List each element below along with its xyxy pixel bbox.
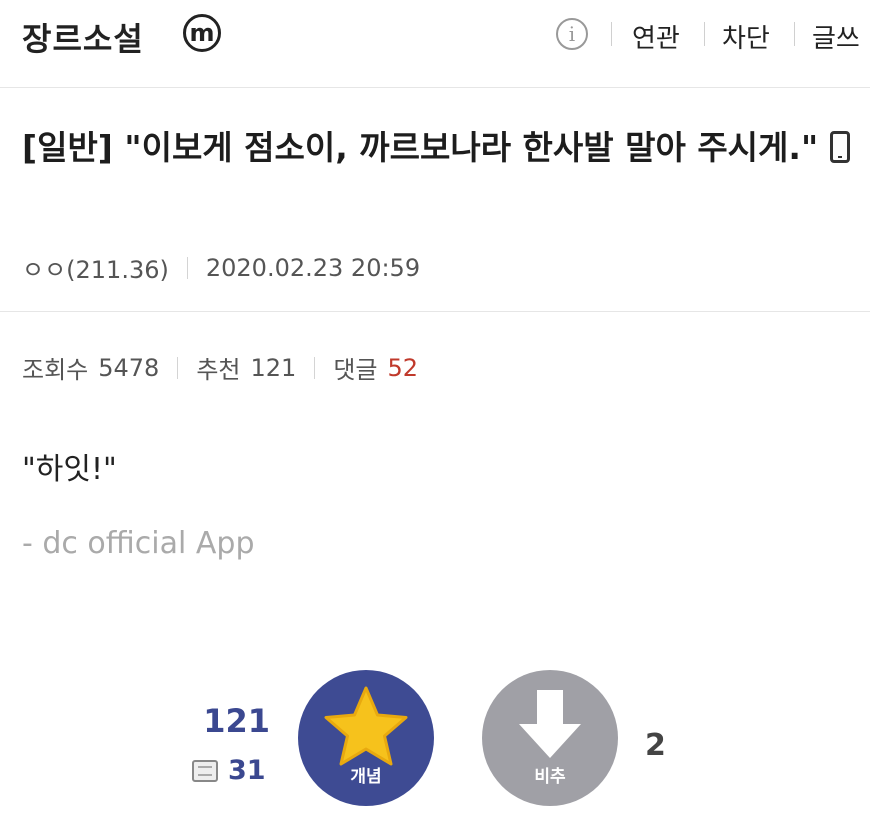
header-divider [611,22,612,46]
writer-nickname[interactable]: ㅇㅇ(211.36) [22,250,169,285]
minor-gallery-badge-icon: m [183,14,221,52]
downvote-label: 비추 [534,767,566,787]
views-label: 조회수 [22,356,89,384]
divider [177,356,179,379]
post-title-text: "이보게 점소이, 까르보나라 한사발 말아 주시게." [124,128,819,167]
comments-count[interactable]: 52 [387,354,418,382]
info-icon[interactable]: i [556,18,588,50]
post-header: [일반] "이보게 점소이, 까르보나라 한사발 말아 주시게." ㅇㅇ(211… [0,88,870,312]
app-signature: - dc official App [22,526,255,561]
post-date: 2020.02.23 20:59 [205,253,421,282]
recommend-count: 121 [250,353,297,382]
downvote-button[interactable]: 비추 [482,670,618,806]
header-divider [794,22,795,46]
mobile-icon [830,131,851,163]
write-button[interactable]: 글쓰 [812,18,860,55]
header-divider [704,22,705,46]
upvote-button[interactable]: 개념 [298,670,434,806]
divider [186,256,188,279]
fixed-upvote-count: 31 [228,755,266,786]
post-title: [일반] "이보게 점소이, 까르보나라 한사발 말아 주시게." [22,120,852,176]
fixed-user-icon [192,759,218,782]
gallery-header: 장르소설 m i 연관 차단 글쓰 [0,0,870,88]
related-button[interactable]: 연관 [632,18,680,55]
writer-info: ㅇㅇ(211.36) 2020.02.23 20:59 [22,250,420,285]
upvote-label: 개념 [350,767,382,787]
divider [314,356,316,379]
post-category: [일반] [22,128,113,167]
fixed-upvote-row: 31 [192,755,266,786]
views-count: 5478 [98,353,160,382]
downvote-count: 2 [645,728,666,763]
recommend-label: 추천 [196,356,241,384]
gallery-title[interactable]: 장르소설 [22,14,144,60]
post-body: "하잇!" [22,452,117,487]
post-stats: 조회수 5478 추천 121 댓글 52 [22,350,418,385]
block-button[interactable]: 차단 [722,18,770,55]
comments-label[interactable]: 댓글 [333,350,377,385]
upvote-count: 121 [203,702,270,740]
